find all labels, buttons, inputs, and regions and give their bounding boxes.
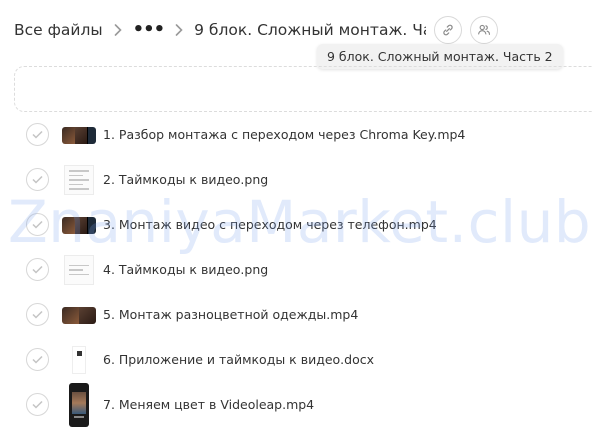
file-browser-page: Все файлы ••• 9 блок. Сложный монтаж. Ча… [0,0,593,440]
select-checkbox[interactable] [26,303,49,326]
file-row[interactable]: 4. Таймкоды к видео.png [0,247,593,292]
file-row[interactable]: 3. Монтаж видео с переходом через телефо… [0,202,593,247]
video-thumbnail [62,298,96,332]
file-name[interactable]: 5. Монтаж разноцветной одежды.mp4 [103,307,358,322]
checkmark-icon [32,265,43,274]
file-row[interactable]: 1. Разбор монтажа с переходом через Chro… [0,112,593,157]
file-name[interactable]: 3. Монтаж видео с переходом через телефо… [103,217,437,232]
select-checkbox[interactable] [26,348,49,371]
docx-thumbnail [62,343,96,377]
checkmark-icon [32,355,43,364]
users-icon [478,24,491,35]
phone-video-thumbnail [62,383,96,427]
checkmark-icon [32,400,43,409]
breadcrumb: Все файлы ••• 9 блок. Сложный монтаж. Ча… [14,14,499,46]
file-row[interactable]: 7. Меняем цвет в Videoleap.mp4 [0,382,593,427]
select-checkbox[interactable] [26,258,49,281]
select-checkbox[interactable] [26,168,49,191]
breadcrumb-root-link[interactable]: Все файлы [14,21,103,39]
file-list: 1. Разбор монтажа с переходом через Chro… [0,112,593,427]
checkmark-icon [32,175,43,184]
select-checkbox[interactable] [26,213,49,236]
video-thumbnail [62,208,96,242]
document-thumbnail [62,253,96,287]
file-row[interactable]: 5. Монтаж разноцветной одежды.mp4 [0,292,593,337]
upload-dropzone[interactable] [14,66,593,112]
file-name[interactable]: 1. Разбор монтажа с переходом через Chro… [103,127,465,142]
checkmark-icon [32,310,43,319]
file-name[interactable]: 7. Меняем цвет в Videoleap.mp4 [103,397,314,412]
video-thumbnail [62,118,96,152]
file-name[interactable]: 4. Таймкоды к видео.png [103,262,268,277]
file-row[interactable]: 6. Приложение и таймкоды к видео.docx [0,337,593,382]
file-name[interactable]: 2. Таймкоды к видео.png [103,172,268,187]
chevron-right-icon [103,14,133,46]
checkmark-icon [32,130,43,139]
document-thumbnail [62,163,96,197]
link-icon [443,24,453,36]
breadcrumb-current-folder[interactable]: 9 блок. Сложный монтаж. Ча... [194,21,426,39]
breadcrumb-ellipsis-button[interactable]: ••• [133,14,166,46]
members-button[interactable] [470,16,499,44]
file-name[interactable]: 6. Приложение и таймкоды к видео.docx [103,352,374,367]
checkmark-icon [32,220,43,229]
select-checkbox[interactable] [26,393,49,416]
chevron-right-icon [164,14,194,46]
select-checkbox[interactable] [26,123,49,146]
file-row[interactable]: 2. Таймкоды к видео.png [0,157,593,202]
share-link-button[interactable] [434,16,463,44]
